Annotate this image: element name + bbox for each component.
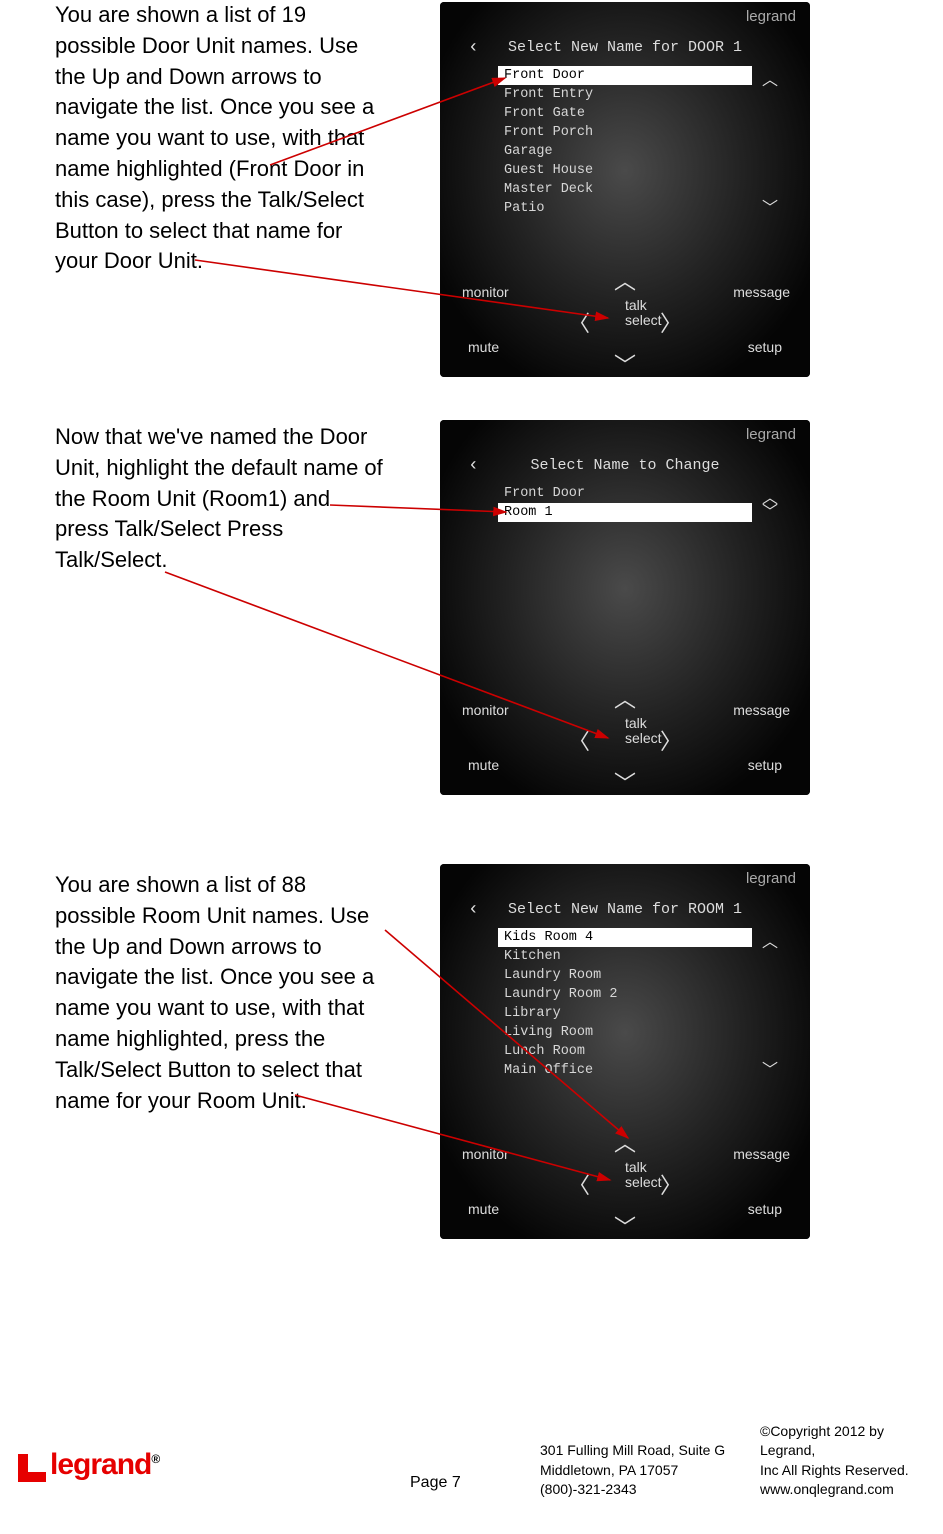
name-list: ︿ Front DoorFront EntryFront GateFront Po… — [464, 66, 786, 218]
list-item[interactable]: Front Porch — [498, 123, 752, 142]
scroll-up-icon[interactable]: ︿ — [762, 928, 778, 952]
control-pad: monitor message mute setup ︿ ﹀ 〈 〉 talks… — [440, 262, 810, 377]
screen-title: Select New Name for ROOM 1 — [508, 901, 742, 918]
mute-button[interactable]: mute — [468, 339, 499, 355]
list-item[interactable]: Living Room — [498, 1023, 752, 1042]
instruction-paragraph-3: You are shown a list of 88 possible Room… — [55, 870, 385, 1116]
down-arrow-button[interactable]: ﹀ — [614, 348, 636, 378]
list-item[interactable]: Garage — [498, 142, 752, 161]
monitor-button[interactable]: monitor — [462, 1146, 509, 1162]
message-button[interactable]: message — [733, 1146, 790, 1162]
brand-label: legrand — [746, 426, 796, 443]
instruction-paragraph-1: You are shown a list of 19 possible Door… — [55, 0, 385, 277]
message-button[interactable]: message — [733, 702, 790, 718]
list-item[interactable]: Room 1 — [498, 503, 752, 522]
mute-button[interactable]: mute — [468, 1201, 499, 1217]
list-item[interactable]: Master Deck — [498, 180, 752, 199]
brand-label: legrand — [746, 870, 796, 887]
instruction-paragraph-2: Now that we've named the Door Unit, high… — [55, 422, 385, 576]
monitor-button[interactable]: monitor — [462, 702, 509, 718]
list-item[interactable]: Laundry Room — [498, 966, 752, 985]
footer-copyright: ©Copyright 2012 by Legrand, Inc All Righ… — [760, 1422, 943, 1500]
screen-title: Select New Name for DOOR 1 — [508, 39, 742, 56]
setup-button[interactable]: setup — [748, 1201, 782, 1217]
control-pad: monitor message mute setup ︿ ﹀ 〈 〉 talks… — [440, 680, 810, 795]
scroll-down-icon[interactable]: ﹀ — [762, 1056, 778, 1080]
scroll-up-icon[interactable]: ︿ — [762, 66, 778, 90]
up-arrow-button[interactable]: ︿ — [614, 1126, 636, 1158]
talk-select-button[interactable]: talkselect — [560, 716, 690, 731]
list-item[interactable]: Front Entry — [498, 85, 752, 104]
device-photo-1: legrand ‹ Select New Name for DOOR 1 ︿ Fr… — [440, 2, 810, 377]
device-photo-2: legrand ‹ Select Name to Change ︿ Front D… — [440, 420, 810, 795]
device-photo-3: legrand ‹ Select New Name for ROOM 1 ︿ Ki… — [440, 864, 810, 1239]
monitor-button[interactable]: monitor — [462, 284, 509, 300]
brand-label: legrand — [746, 8, 796, 25]
page-footer: legrand® Page 7 301 Fulling Mill Road, S… — [0, 1412, 943, 1512]
back-icon[interactable]: ‹ — [468, 900, 479, 920]
scroll-down-icon[interactable]: ﹀ — [762, 194, 778, 218]
up-arrow-button[interactable]: ︿ — [614, 682, 636, 714]
up-arrow-button[interactable]: ︿ — [614, 264, 636, 296]
list-item[interactable]: Patio — [498, 199, 752, 218]
list-item[interactable]: Front Gate — [498, 104, 752, 123]
setup-button[interactable]: setup — [748, 339, 782, 355]
control-pad: monitor message mute setup ︿ ﹀ 〈 〉 talks… — [440, 1124, 810, 1239]
list-item[interactable]: Guest House — [498, 161, 752, 180]
down-arrow-button[interactable]: ﹀ — [614, 766, 636, 796]
list-item[interactable]: Front Door — [498, 484, 752, 503]
talk-select-button[interactable]: talkselect — [560, 298, 690, 313]
setup-button[interactable]: setup — [748, 757, 782, 773]
back-icon[interactable]: ‹ — [468, 38, 479, 58]
list-item[interactable]: Kids Room 4 — [498, 928, 752, 947]
list-item[interactable]: Kitchen — [498, 947, 752, 966]
list-item[interactable]: Library — [498, 1004, 752, 1023]
back-icon[interactable]: ‹ — [468, 456, 479, 476]
mute-button[interactable]: mute — [468, 757, 499, 773]
list-item[interactable]: Front Door — [498, 66, 752, 85]
page-number: Page 7 — [410, 1474, 461, 1492]
name-list: ︿Front DoorRoom 1﹀ — [464, 484, 786, 522]
list-item[interactable]: Lunch Room — [498, 1042, 752, 1061]
message-button[interactable]: message — [733, 284, 790, 300]
talk-select-button[interactable]: talkselect — [560, 1160, 690, 1175]
list-item[interactable]: Main Office — [498, 1061, 752, 1080]
legrand-logo: legrand® — [18, 1448, 159, 1482]
scroll-down-icon[interactable]: ﹀ — [762, 498, 778, 522]
name-list: ︿ Kids Room 4KitchenLaundry RoomLaundry R… — [464, 928, 786, 1080]
list-item[interactable]: Laundry Room 2 — [498, 985, 752, 1004]
down-arrow-button[interactable]: ﹀ — [614, 1210, 636, 1240]
screen-title: Select Name to Change — [530, 457, 719, 474]
footer-address: 301 Fulling Mill Road, Suite G Middletow… — [540, 1441, 725, 1500]
